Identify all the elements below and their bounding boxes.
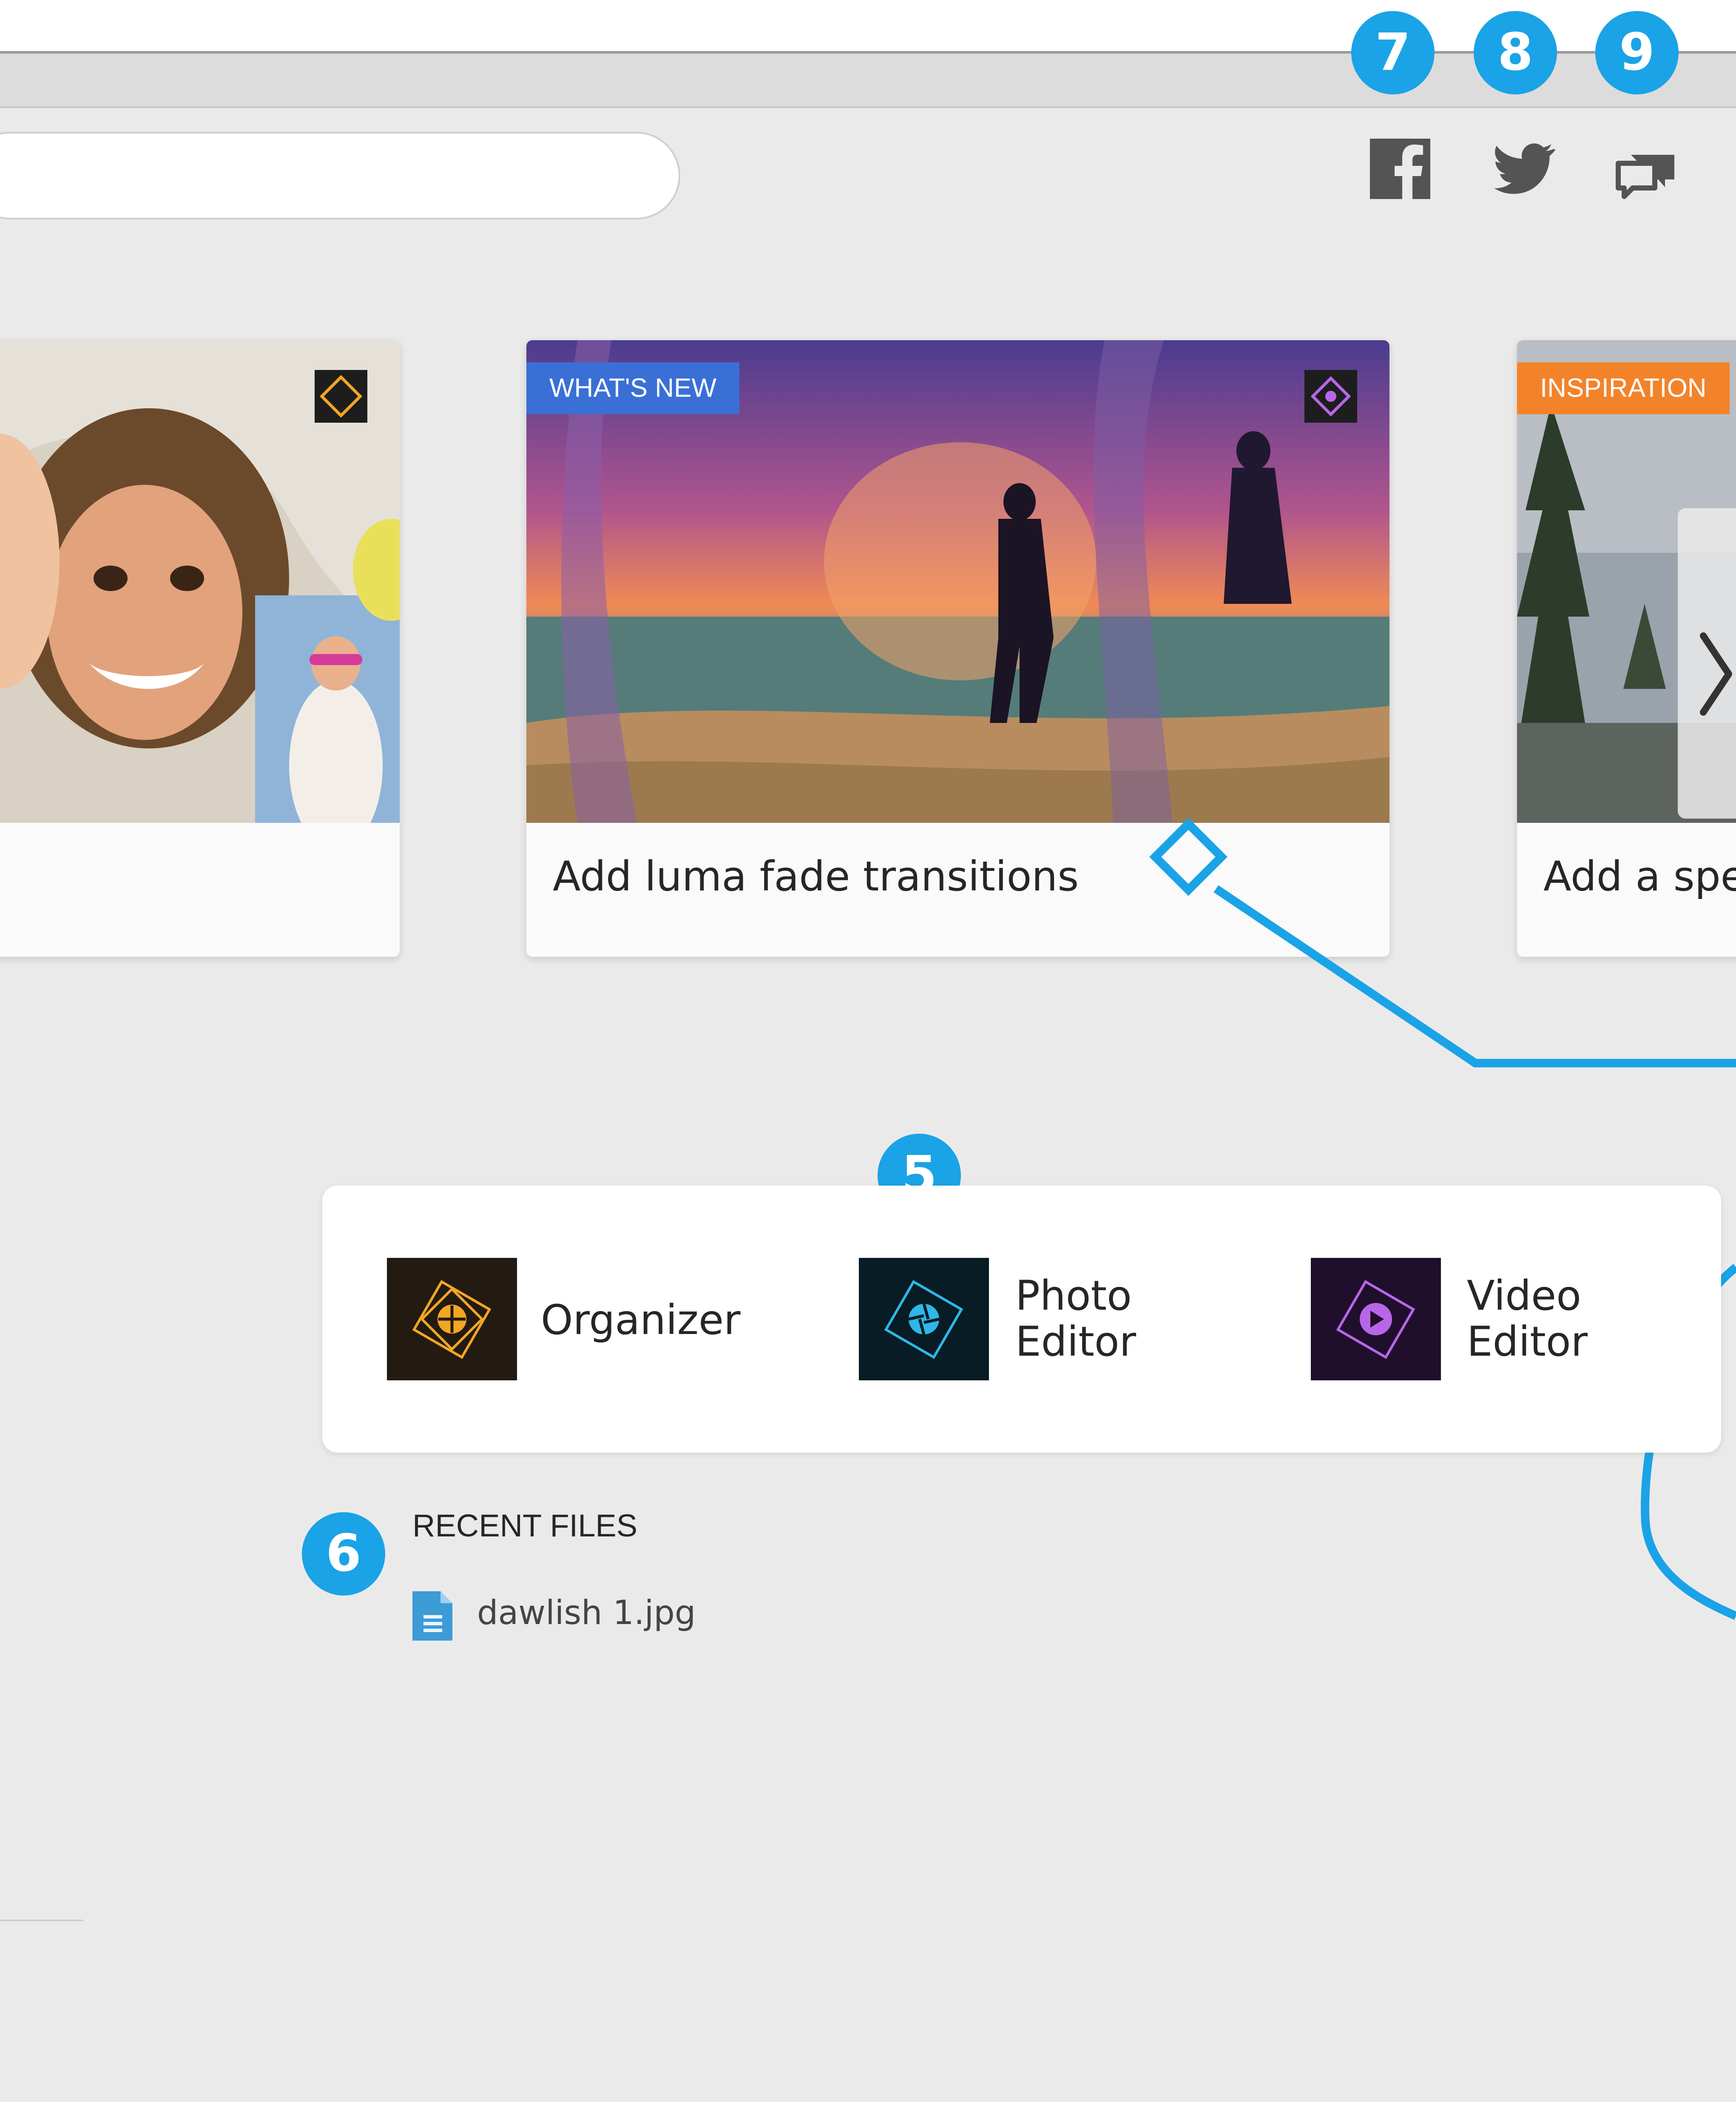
recent-file-item[interactable]: dawlish 1.jpg <box>477 1594 696 1632</box>
photo-editor-label-line1[interactable]: Photo <box>1015 1273 1132 1319</box>
annotation-leader-lines <box>1149 818 1736 1620</box>
video-editor-button[interactable] <box>1311 1258 1441 1380</box>
recent-files-heading: RECENT FILES <box>412 1508 638 1543</box>
callout-6: 6 <box>302 1512 385 1596</box>
photo-editor-icon <box>859 1258 989 1380</box>
photo-editor-button[interactable] <box>859 1258 989 1380</box>
app-launcher-panel: Organizer Photo Editor Video Editor <box>322 1186 1721 1453</box>
organizer-label[interactable]: Organizer <box>541 1297 741 1343</box>
organizer-button[interactable] <box>387 1258 517 1380</box>
image-file-icon <box>412 1591 452 1641</box>
video-editor-label-line2[interactable]: Editor <box>1467 1319 1588 1365</box>
video-editor-label-line1[interactable]: Video <box>1467 1273 1581 1319</box>
photo-editor-label-line2[interactable]: Editor <box>1015 1319 1136 1365</box>
organizer-icon <box>387 1258 517 1380</box>
divider <box>0 1920 83 1921</box>
video-editor-icon <box>1311 1258 1441 1380</box>
